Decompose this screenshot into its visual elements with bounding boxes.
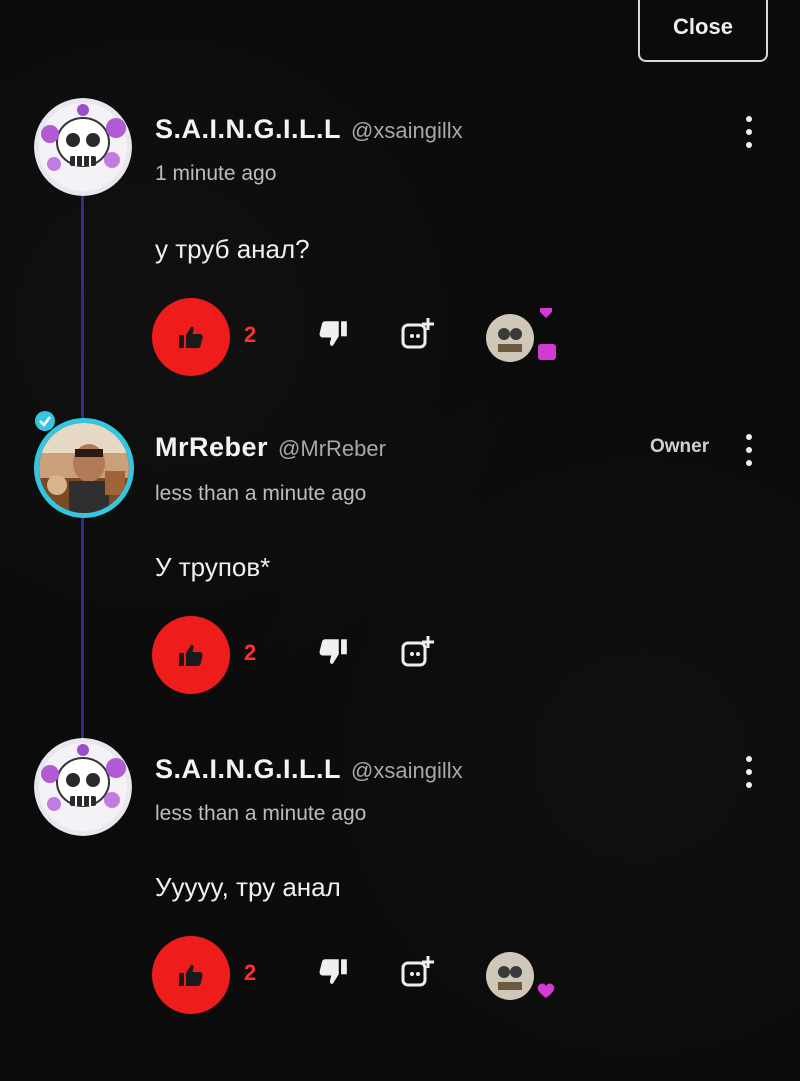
reply-plus-icon	[401, 318, 434, 349]
comment-timestamp: less than a minute ago	[155, 802, 367, 825]
reply-button[interactable]	[400, 634, 436, 675]
thumbs-up-icon	[179, 644, 203, 666]
comment-text: У трупов*	[155, 552, 271, 582]
more-options-button[interactable]	[742, 114, 756, 150]
comment-header: MrReber @MrReber	[155, 432, 386, 463]
skull-avatar-icon[interactable]	[34, 738, 132, 836]
thumbs-down-icon	[319, 639, 347, 664]
comment-author[interactable]: MrReber	[155, 432, 268, 463]
thread-connector-line	[81, 516, 84, 742]
comment-header: S.A.I.N.G.I.L.L @xsaingillx	[155, 114, 463, 145]
thread-connector-line	[81, 196, 84, 422]
comment-actions: 2	[152, 936, 592, 1016]
thumbs-up-icon	[179, 964, 203, 986]
dislike-button[interactable]	[318, 638, 348, 671]
thumbs-up-icon	[179, 326, 203, 348]
like-count: 2	[244, 640, 257, 665]
reply-button[interactable]	[400, 316, 436, 357]
owner-badge: Owner	[650, 436, 710, 457]
comment-author[interactable]: S.A.I.N.G.I.L.L	[155, 114, 341, 145]
comment-actions: 2	[152, 298, 592, 378]
comment-thread-panel: Close S.A.I.N.G.I.L.L @xsaingillx 1 minu…	[0, 0, 800, 1081]
comment-handle[interactable]: @xsaingillx	[351, 118, 463, 144]
comment-author[interactable]: S.A.I.N.G.I.L.L	[155, 754, 341, 785]
like-count: 2	[244, 960, 257, 985]
creator-heart-icon	[486, 940, 566, 1000]
reply-plus-icon	[401, 956, 434, 987]
dislike-button[interactable]	[318, 958, 348, 991]
like-button[interactable]	[152, 616, 230, 694]
dislike-button[interactable]	[318, 320, 348, 353]
more-options-button[interactable]	[742, 754, 756, 790]
comment-header: S.A.I.N.G.I.L.L @xsaingillx	[155, 754, 463, 785]
comment-text: Уyyyy, тру анал	[155, 872, 341, 902]
like-count: 2	[244, 322, 257, 347]
comment-handle[interactable]: @xsaingillx	[351, 758, 463, 784]
more-options-button[interactable]	[742, 432, 756, 468]
comment-timestamp: less than a minute ago	[155, 482, 367, 505]
like-button[interactable]	[152, 298, 230, 376]
verified-badge-icon	[34, 410, 56, 432]
creator-heart-icon	[486, 302, 566, 362]
thumbs-down-icon	[319, 959, 347, 984]
close-button[interactable]: Close	[638, 0, 768, 62]
like-button[interactable]	[152, 936, 230, 1014]
thumbs-down-icon	[319, 321, 347, 346]
photo-avatar-icon[interactable]	[34, 418, 134, 518]
comment-actions: 2	[152, 616, 592, 696]
comment-handle[interactable]: @MrReber	[278, 436, 386, 462]
comment-text: у труб анал?	[155, 234, 310, 264]
reply-button[interactable]	[400, 954, 436, 995]
comment-timestamp: 1 minute ago	[155, 162, 277, 185]
skull-avatar-icon[interactable]	[34, 98, 132, 196]
reply-plus-icon	[401, 636, 434, 667]
